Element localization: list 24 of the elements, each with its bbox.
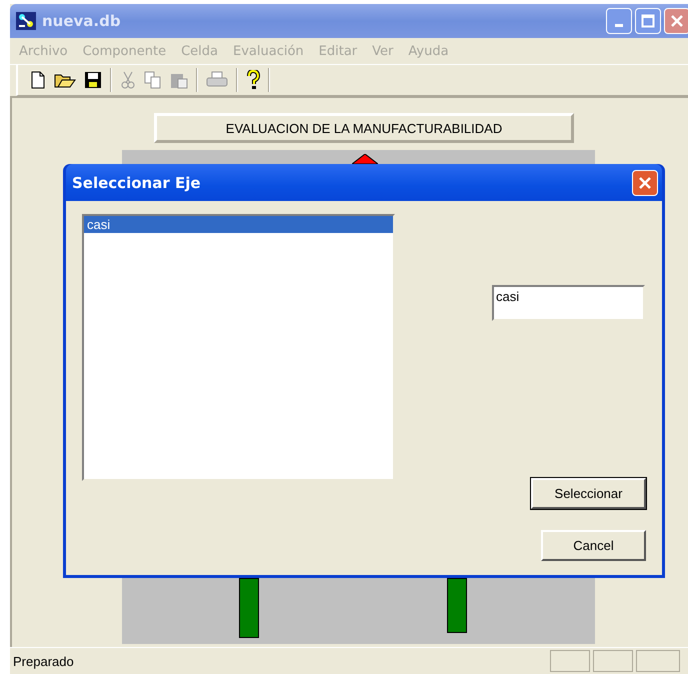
status-pane	[550, 650, 590, 672]
minimize-icon	[615, 24, 623, 26]
text-field[interactable]: casi	[492, 285, 645, 321]
window-title: nueva.db	[42, 12, 121, 30]
bar-marker	[239, 578, 259, 638]
minimize-button[interactable]	[606, 8, 632, 34]
app-icon	[16, 12, 36, 30]
status-text: Preparado	[13, 654, 74, 668]
bar-marker	[447, 578, 467, 633]
maximize-button[interactable]	[635, 8, 661, 34]
status-pane	[636, 650, 680, 672]
close-button[interactable]	[664, 8, 688, 34]
list-box[interactable]: casi	[82, 214, 395, 481]
cancel-button[interactable]: Cancel	[541, 530, 646, 561]
triangle-marker	[352, 154, 378, 164]
list-item[interactable]: casi	[84, 216, 393, 233]
maximize-icon	[641, 14, 655, 28]
close-icon	[638, 176, 652, 190]
diagram-title: EVALUACION DE LA MANUFACTURABILIDAD	[154, 113, 574, 143]
close-button[interactable]	[632, 170, 658, 196]
select-button[interactable]: Seleccionar	[531, 478, 646, 509]
status-pane	[593, 650, 633, 672]
dialog-title: Seleccionar Eje	[72, 174, 201, 192]
close-icon	[670, 14, 684, 28]
